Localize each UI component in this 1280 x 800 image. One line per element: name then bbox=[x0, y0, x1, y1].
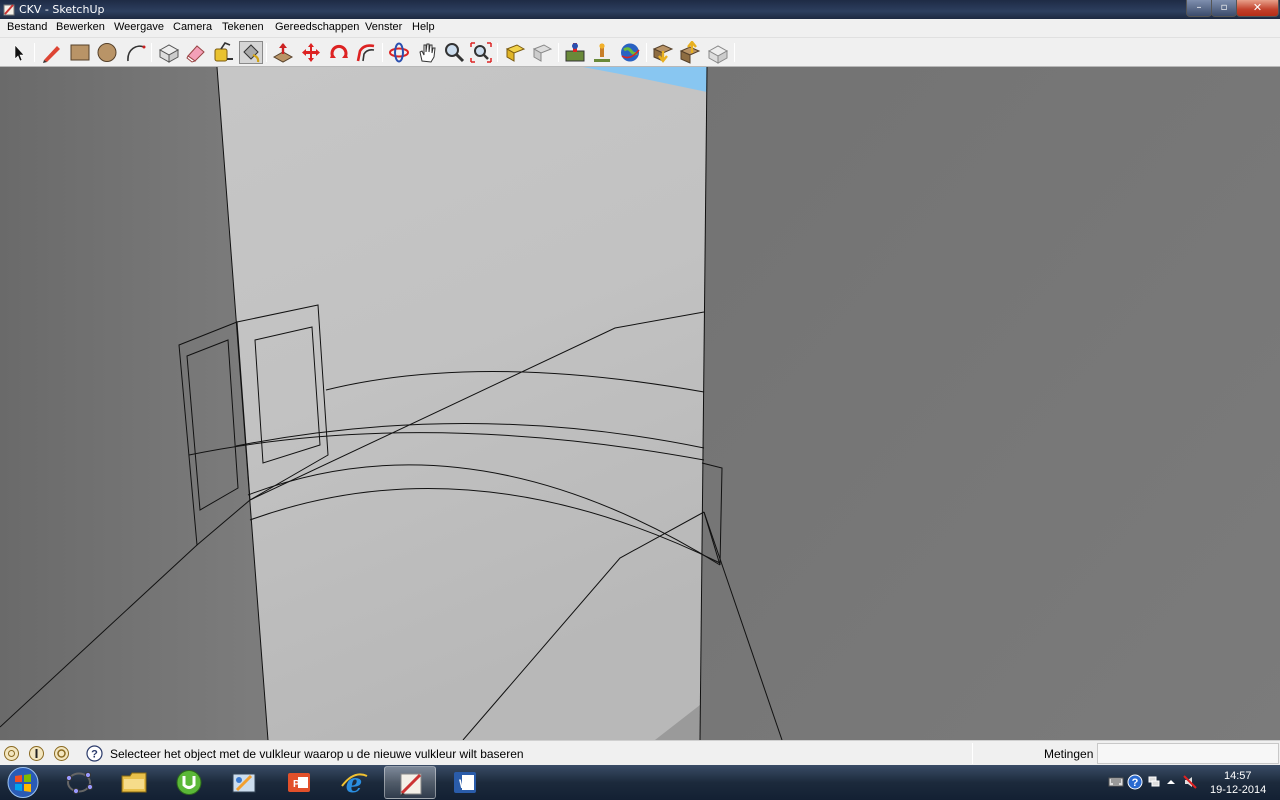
svg-text:?: ? bbox=[91, 749, 98, 761]
window-title: CKV - SketchUp bbox=[19, 3, 105, 16]
paint-icon bbox=[232, 773, 256, 793]
measurements-input[interactable] bbox=[1097, 743, 1279, 764]
menu-bewerken[interactable]: Bewerken bbox=[56, 21, 105, 33]
menu-camera[interactable]: Camera bbox=[173, 21, 212, 33]
center-wall-face bbox=[217, 67, 707, 740]
main-toolbar bbox=[0, 38, 1280, 67]
menu-bestand[interactable]: Bestand bbox=[7, 21, 47, 33]
google-earth-icon[interactable] bbox=[618, 41, 642, 64]
previous-view-icon[interactable] bbox=[503, 41, 527, 64]
geogebra-icon bbox=[65, 771, 94, 795]
keyboard-icon[interactable] bbox=[1108, 774, 1124, 790]
paint-bucket-icon[interactable] bbox=[239, 41, 263, 64]
minimize-button[interactable]: – bbox=[1186, 0, 1212, 17]
credits-icon[interactable] bbox=[28, 745, 45, 762]
clock-date[interactable]: 19-12-2014 bbox=[1210, 784, 1266, 796]
maximize-button[interactable]: ▫ bbox=[1211, 0, 1237, 17]
utorrent-task-button[interactable] bbox=[163, 766, 215, 799]
volume-icon[interactable] bbox=[1182, 774, 1198, 790]
zoom-icon[interactable] bbox=[442, 41, 466, 64]
sketchup-app-icon bbox=[3, 4, 15, 16]
svg-text:?: ? bbox=[1132, 777, 1139, 789]
extension-warehouse-icon[interactable] bbox=[706, 41, 730, 64]
svg-text:P: P bbox=[293, 779, 300, 790]
office-icon: P bbox=[288, 773, 310, 792]
help-icon[interactable]: ? bbox=[86, 745, 103, 762]
word-task-button[interactable]: W bbox=[439, 766, 491, 799]
menu-tekenen[interactable]: Tekenen bbox=[222, 21, 264, 33]
right-wall-face bbox=[700, 67, 1280, 740]
sketchup-icon bbox=[400, 773, 422, 796]
zoom-extents-icon[interactable] bbox=[469, 41, 493, 64]
menu-bar: Bestand Bewerken Weergave Camera Tekenen… bbox=[0, 19, 1280, 38]
orbit-icon[interactable] bbox=[387, 41, 411, 64]
follow-me-icon[interactable] bbox=[354, 41, 378, 64]
network-icon[interactable] bbox=[1146, 774, 1162, 790]
tape-measure-icon[interactable] bbox=[211, 41, 235, 64]
windows-taskbar: P e W ? 14:57 19-12-2014 bbox=[0, 765, 1280, 800]
word-icon: W bbox=[454, 772, 476, 793]
move-icon[interactable] bbox=[299, 41, 323, 64]
show-hidden-icons-icon[interactable] bbox=[1163, 774, 1179, 790]
menu-gereedschappen[interactable]: Gereedschappen bbox=[275, 21, 359, 33]
status-bar: ? Selecteer het object met de vulkleur w… bbox=[0, 740, 1280, 765]
folder-icon bbox=[121, 772, 147, 793]
rotate-icon[interactable] bbox=[327, 41, 351, 64]
geo-location-icon[interactable] bbox=[3, 745, 20, 762]
push-pull-icon[interactable] bbox=[271, 41, 295, 64]
title-bar: CKV - SketchUp – ▫ ✕ bbox=[0, 0, 1280, 19]
scene-drawing bbox=[0, 67, 1280, 740]
office-task-button[interactable]: P bbox=[273, 766, 325, 799]
pan-icon[interactable] bbox=[415, 41, 439, 64]
paint-task-button[interactable] bbox=[218, 766, 270, 799]
svg-text:W: W bbox=[459, 777, 471, 791]
next-view-icon[interactable] bbox=[530, 41, 554, 64]
status-divider bbox=[972, 743, 973, 764]
arc-tool-icon[interactable] bbox=[123, 41, 147, 64]
measurements-label: Metingen bbox=[1044, 747, 1094, 761]
circle-tool-icon[interactable] bbox=[95, 41, 119, 64]
close-button[interactable]: ✕ bbox=[1236, 0, 1279, 17]
toggle-terrain-icon[interactable] bbox=[590, 41, 614, 64]
modeling-viewport[interactable] bbox=[0, 67, 1280, 740]
help-tray-icon[interactable]: ? bbox=[1127, 774, 1143, 790]
utorrent-icon bbox=[176, 770, 202, 795]
rectangle-tool-icon[interactable] bbox=[68, 41, 92, 64]
ie-task-button[interactable]: e bbox=[328, 766, 380, 799]
menu-venster[interactable]: Venster bbox=[365, 21, 402, 33]
clock-time[interactable]: 14:57 bbox=[1224, 770, 1252, 782]
geogebra-task-button[interactable] bbox=[53, 766, 105, 799]
svg-text:e: e bbox=[346, 769, 363, 797]
pencil-tool-icon[interactable] bbox=[40, 41, 64, 64]
get-models-icon[interactable] bbox=[651, 41, 675, 64]
menu-weergave[interactable]: Weergave bbox=[114, 21, 164, 33]
menu-help[interactable]: Help bbox=[412, 21, 435, 33]
user-account-icon[interactable] bbox=[53, 745, 70, 762]
make-component-icon[interactable] bbox=[157, 41, 181, 64]
internet-explorer-icon: e bbox=[341, 769, 368, 797]
start-button[interactable] bbox=[5, 766, 41, 799]
select-tool-icon[interactable] bbox=[6, 41, 30, 64]
share-model-icon[interactable] bbox=[678, 41, 702, 64]
status-message: Selecteer het object met de vulkleur waa… bbox=[110, 747, 524, 761]
explorer-task-button[interactable] bbox=[108, 766, 160, 799]
add-location-icon[interactable] bbox=[563, 41, 587, 64]
eraser-icon[interactable] bbox=[184, 41, 208, 64]
sketchup-task-button[interactable] bbox=[384, 766, 436, 799]
